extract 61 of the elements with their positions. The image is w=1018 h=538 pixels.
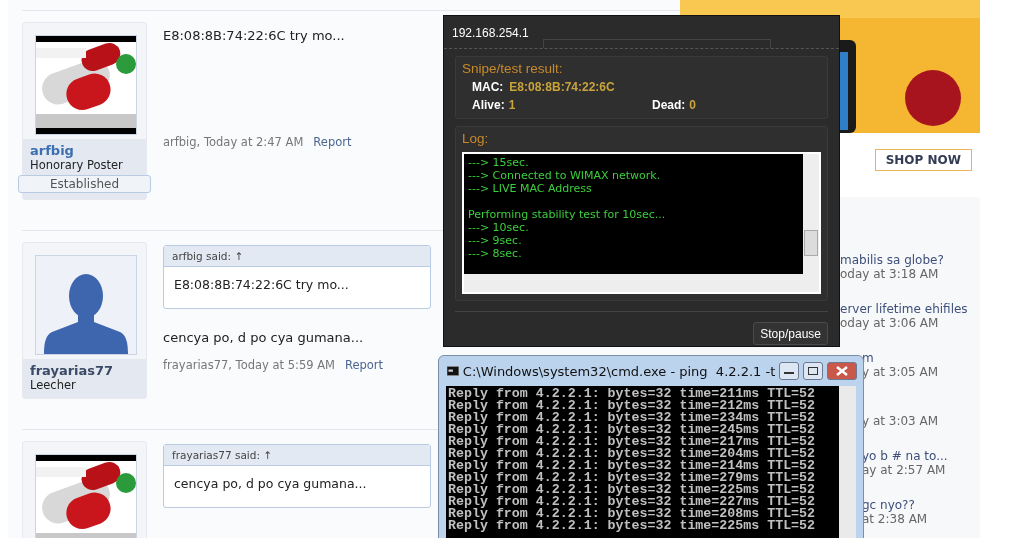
scrollbar[interactable] — [803, 154, 819, 274]
close-button[interactable] — [826, 362, 857, 380]
mac-label: MAC: — [472, 80, 504, 94]
thread-title[interactable]: m — [862, 351, 980, 365]
shop-now-button[interactable]: SHOP NOW — [874, 149, 972, 171]
thread-time: oday at 3:06 AM — [840, 316, 940, 330]
quote-text: E8:08:8B:74:22:6C try mo... — [173, 276, 350, 294]
console-line: Reply from 4.2.2.1: bytes=32 time=245ms TTL=52 — [448, 424, 817, 436]
console-line: Reply from 4.2.2.1: bytes=32 time=204ms TTL=52 — [448, 448, 817, 460]
username[interactable]: frayarias77 — [30, 363, 139, 378]
dead-value: 0 — [689, 98, 697, 112]
console-line: Reply from 4.2.2.1: bytes=32 time=208ms TTL=52 — [448, 508, 817, 520]
maximize-button[interactable] — [803, 362, 823, 380]
user-banner: Established — [18, 175, 151, 193]
log-line: ---> 8sec. — [468, 247, 523, 260]
thread-title[interactable]: mabilis sa globe? — [840, 253, 980, 267]
minimize-button[interactable] — [779, 362, 800, 380]
alive-label: Alive: — [472, 98, 505, 112]
user-title: Leecher — [30, 378, 77, 392]
log-line: Performing stability test for 10sec... — [468, 208, 667, 221]
result-heading: Snipe/test result: — [462, 61, 564, 76]
post-message: E8:08:8B:74:22:6C try mo... — [163, 28, 345, 43]
log-line: ---> 15sec. — [468, 156, 530, 169]
close-icon — [835, 366, 848, 376]
console-line: Reply from 4.2.2.1: bytes=32 time=212ms TTL=52 — [448, 400, 817, 412]
username[interactable]: arfbig — [30, 143, 139, 158]
report-link[interactable]: Report — [313, 135, 352, 149]
post-message: cencya po, d po cya gumana... — [163, 330, 364, 345]
log-heading: Log: — [462, 131, 490, 146]
dead-label: Dead: — [652, 98, 686, 112]
console-line: Reply from 4.2.2.1: bytes=32 time=279ms TTL=52 — [448, 472, 817, 484]
log-line: ---> 9sec. — [468, 234, 523, 247]
mac-value: E8:08:8B:74:22:6C — [509, 80, 615, 94]
console-line: Reply from 4.2.2.1: bytes=32 time=225ms TTL=52 — [448, 520, 817, 532]
quote-attribution[interactable]: arfbig said: ↑ — [164, 246, 430, 267]
window-title: C:\Windows\system32\cmd.exe - ping 4.2.2.1 -t — [462, 363, 776, 379]
console-line: Reply from 4.2.2.1: bytes=32 time=214ms TTL=52 — [448, 460, 817, 472]
user-title: Honorary Poster — [30, 158, 124, 172]
console-line: Reply from 4.2.2.1: bytes=32 time=225ms TTL=52 — [448, 484, 817, 496]
log-line: ---> 10sec. — [468, 221, 530, 234]
log-line: ---> Connected to WIMAX network. — [468, 169, 662, 182]
quote-text: cencya po, d po cya gumana... — [173, 475, 368, 493]
empty-tab[interactable] — [542, 39, 771, 48]
scrollbar[interactable] — [464, 274, 819, 292]
stop-pause-button[interactable]: Stop/pause — [753, 322, 828, 345]
post-meta: frayarias77, Today at 5:59 AM — [163, 358, 335, 372]
quote-attribution[interactable]: frayarias77 said: ↑ — [164, 445, 430, 466]
post-meta: arfbig, Today at 2:47 AM — [163, 135, 304, 149]
alive-value: 1 — [508, 98, 516, 112]
console-icon — [447, 365, 459, 377]
console-line: Reply from 4.2.2.1: bytes=32 time=234ms TTL=52 — [448, 412, 817, 424]
console-line: Reply from 4.2.2.1: bytes=32 time=227ms TTL=52 — [448, 496, 817, 508]
maximize-icon — [807, 367, 818, 375]
thread-time: oday at 3:18 AM — [840, 267, 940, 281]
console-line: Reply from 4.2.2.1: bytes=32 time=217ms TTL=52 — [448, 436, 817, 448]
console-line: Reply from 4.2.2.1: bytes=32 time=211ms TTL=52 — [448, 388, 817, 400]
report-link[interactable]: Report — [345, 358, 384, 372]
window-tab[interactable]: 192.168.254.1 — [452, 26, 529, 48]
log-line: ---> LIVE MAC Address — [468, 182, 593, 195]
scrollbar[interactable] — [839, 386, 856, 538]
thread-title[interactable]: erver lifetime ehifiles — [840, 302, 980, 316]
